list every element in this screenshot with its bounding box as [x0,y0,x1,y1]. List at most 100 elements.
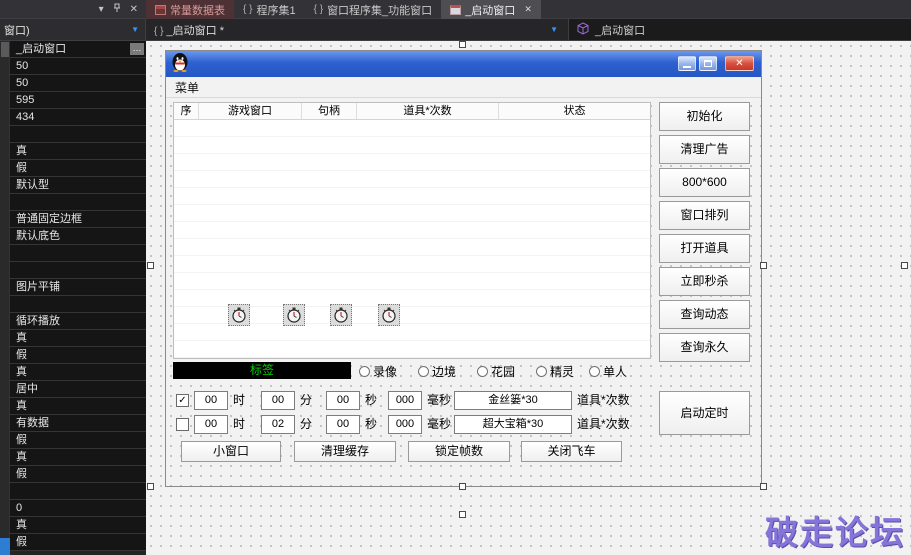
timer-component[interactable] [378,304,400,326]
close-game-button[interactable]: 关闭飞车 [521,441,622,462]
timer-row-checkbox[interactable]: ✓ [176,394,189,407]
instant-kill-button[interactable]: 立即秒杀 [659,267,750,296]
column-header[interactable]: 游戏窗口 [199,103,302,119]
property-row[interactable]: 真 [10,364,146,381]
column-header[interactable]: 道具*次数 [357,103,499,119]
resize-handle-bottom-right[interactable] [760,483,767,490]
property-row[interactable]: 有数据 [10,415,146,432]
resize-handle-bottom[interactable] [459,483,466,490]
property-row[interactable]: 0 [10,500,146,517]
property-row[interactable]: 假 [10,347,146,364]
close-icon[interactable]: ✕ [130,5,138,15]
tab-window-assembly[interactable]: { } 窗口程序集_功能窗口 [305,0,442,19]
property-target-combo[interactable]: 窗口) ▼ [0,19,146,41]
close-button[interactable]: ✕ [725,56,754,71]
column-header[interactable]: 状态 [499,103,650,119]
chevron-down-icon[interactable]: ▼ [131,25,139,34]
query-permanent-button[interactable]: 查询永久 [659,333,750,362]
hour-input[interactable]: 00 [194,415,228,434]
property-row[interactable]: 假 [10,160,146,177]
arrange-windows-button[interactable]: 窗口排列 [659,201,750,230]
minute-input[interactable]: 00 [261,391,295,410]
property-row[interactable]: 真 [10,398,146,415]
property-panel-gutter[interactable] [0,41,10,555]
hour-input[interactable]: 00 [194,391,228,410]
property-row[interactable]: 普通固定边框 [10,211,146,228]
open-items-button[interactable]: 打开道具 [659,234,750,263]
property-row[interactable]: 真 [10,517,146,534]
property-row[interactable] [10,262,146,279]
minute-input[interactable]: 02 [261,415,295,434]
timer-row-checkbox[interactable] [176,418,189,431]
property-row[interactable]: 假 [10,432,146,449]
property-row[interactable]: 默认底色 [10,228,146,245]
radio-mode-sprite[interactable]: 精灵 [536,363,574,380]
property-row[interactable] [10,483,146,500]
column-header[interactable]: 序 [174,103,199,119]
radio-mode-garden[interactable]: 花园 [477,363,515,380]
millisecond-input[interactable]: 000 [388,415,422,434]
property-row[interactable]: 50 [10,75,146,92]
pin-icon[interactable] [112,3,122,16]
column-header[interactable]: 句柄 [302,103,357,119]
menu-item[interactable]: 菜单 [175,79,199,96]
radio-mode-single[interactable]: 单人 [589,363,627,380]
radio-mode-border[interactable]: 边境 [418,363,456,380]
chevron-down-icon[interactable]: ▾ [99,5,104,15]
tab-label: 窗口程序集_功能窗口 [327,2,432,18]
property-row[interactable]: 真 [10,330,146,347]
property-row[interactable]: 图片平铺 [10,279,146,296]
property-row[interactable]: 循环播放 [10,313,146,330]
millisecond-input[interactable]: 000 [388,391,422,410]
radio-mode-recording[interactable]: 录像 [359,363,397,380]
tab-startup-window[interactable]: _启动窗口 ✕ [441,0,541,19]
timer-component[interactable] [283,304,305,326]
property-row[interactable]: 假 [10,534,146,551]
designed-form[interactable]: ✕ 菜单 序 游戏窗口 句柄 道具*次数 状态 初始化 清理广告 800* [165,50,762,487]
property-row-name[interactable]: _启动窗口 … [10,41,146,58]
tab-assembly1[interactable]: { } 程序集1 [234,0,305,19]
query-dynamic-button[interactable]: 查询动态 [659,300,750,329]
resolution-button[interactable]: 800*600 [659,168,750,197]
breadcrumb[interactable]: { } _启动窗口 * ▼ [146,19,569,41]
property-row[interactable]: 真 [10,449,146,466]
resize-handle-right[interactable] [760,262,767,269]
designer-canvas[interactable]: ✕ 菜单 序 游戏窗口 句柄 道具*次数 状态 初始化 清理广告 800* [146,41,911,555]
property-row[interactable] [10,126,146,143]
tab-close-icon[interactable]: ✕ [524,4,532,15]
resize-handle-left[interactable] [147,262,154,269]
timer-component[interactable] [330,304,352,326]
resize-handle-bottom-left[interactable] [147,483,154,490]
property-row[interactable] [10,296,146,313]
init-button[interactable]: 初始化 [659,102,750,131]
item-input[interactable]: 超大宝箱*30 [454,415,572,434]
resize-handle-top[interactable] [459,41,466,48]
timer-component[interactable] [228,304,250,326]
property-row[interactable]: 50 [10,58,146,75]
property-row[interactable]: 434 [10,109,146,126]
start-timer-button[interactable]: 启动定时 [659,391,750,435]
chevron-down-icon[interactable]: ▼ [550,25,558,34]
clear-ads-button[interactable]: 清理广告 [659,135,750,164]
second-input[interactable]: 00 [326,391,360,410]
property-row[interactable]: 假 [10,466,146,483]
tab-constants-table[interactable]: 常量数据表 [146,0,234,19]
property-row[interactable]: 默认型 [10,177,146,194]
property-row[interactable] [10,194,146,211]
maximize-button[interactable] [699,56,717,71]
second-input[interactable]: 00 [326,415,360,434]
form-titlebar[interactable]: ✕ [166,51,761,77]
resize-handle-right-outer[interactable] [901,262,908,269]
scrollbar-thumb[interactable] [0,538,10,555]
ellipsis-button[interactable]: … [130,43,144,55]
property-row[interactable]: 595 [10,92,146,109]
property-row[interactable] [10,245,146,262]
lock-fps-button[interactable]: 锁定帧数 [408,441,510,462]
small-window-button[interactable]: 小窗口 [181,441,281,462]
resize-handle-bottom-outer[interactable] [459,511,466,518]
minimize-button[interactable] [678,56,696,71]
item-input[interactable]: 金丝篓*30 [454,391,572,410]
property-row[interactable]: 居中 [10,381,146,398]
clear-cache-button[interactable]: 清理缓存 [294,441,396,462]
property-row[interactable]: 真 [10,143,146,160]
